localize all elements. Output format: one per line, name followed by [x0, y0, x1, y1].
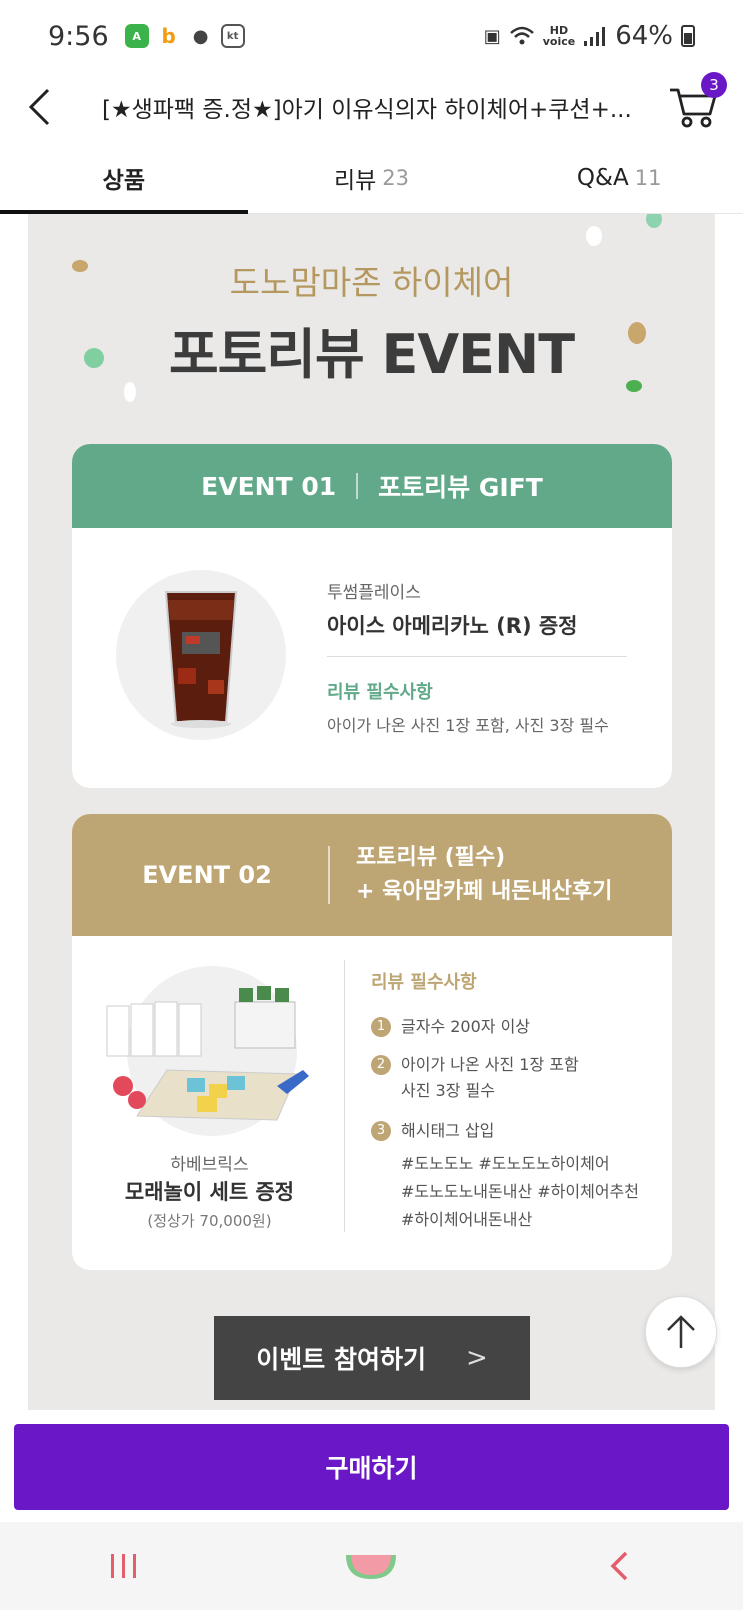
event2-price: (정상가 70,000원): [147, 1212, 272, 1230]
event2-title: 포토리뷰 (필수) + 육아맘카페 내돈내산후기: [356, 841, 612, 909]
chevron-right-icon: >: [465, 1343, 488, 1373]
system-back-button[interactable]: [569, 1536, 669, 1596]
event-banner: 도노맘마존 하이체어 포토리뷰 EVENT EVENT 01 포토리뷰 GIFT…: [28, 214, 715, 1410]
voice-label: voice: [542, 35, 576, 48]
event1-card: EVENT 01 포토리뷰 GIFT 투썸플레이스 아이스 아메리카노 (R) …: [72, 444, 672, 788]
tab-review[interactable]: 리뷰 23: [248, 142, 496, 213]
app-notification-icon: A: [124, 24, 149, 48]
requirement-number: 1: [371, 1017, 391, 1037]
event2-number: EVENT 02: [142, 861, 272, 889]
buy-button[interactable]: 구매하기: [14, 1424, 729, 1510]
event1-brand: 투썸플레이스: [327, 583, 421, 603]
event1-name: 포토리뷰 GIFT: [378, 473, 543, 502]
person-icon: ●: [188, 24, 213, 48]
join-event-button[interactable]: 이벤트 참여하기 >: [214, 1316, 530, 1400]
event1-gift: 아이스 아메리카노 (R) 증정: [327, 614, 578, 638]
hd-voice-icon: HD voice: [543, 25, 575, 47]
hashtag-line: #도노도노내돈내산 #하이체어추천: [401, 1182, 639, 1201]
divider: [356, 473, 359, 499]
requirement-text: 글자수 200자 이상: [401, 1017, 531, 1036]
battery-icon: [681, 25, 695, 47]
tab-bar: 상품 리뷰 23 Q&A 11: [0, 142, 743, 214]
page-title: [★생파팩 증.정★]아기 이유식의자 하이체어+쿠션+...: [102, 97, 632, 123]
back-icon: [28, 88, 50, 126]
divider: [328, 846, 330, 904]
requirement-text: 해시태그 삽입: [401, 1121, 495, 1140]
status-time: 9:56: [48, 20, 109, 52]
requirement-item: 3 해시태그 삽입: [371, 1118, 494, 1144]
divider: [327, 656, 627, 657]
requirement-number: 3: [371, 1121, 391, 1141]
arrow-up-icon: [667, 1315, 695, 1348]
event1-requirement: 아이가 나온 사진 1장 포함, 사진 3장 필수: [327, 716, 609, 735]
requirement-text-block: 아이가 나온 사진 1장 포함 사진 3장 필수: [401, 1052, 579, 1104]
home-icon: [346, 1555, 397, 1579]
recent-apps-icon: [110, 1554, 136, 1578]
sand-toy-icon: [106, 986, 309, 1121]
kt-icon: kt: [220, 24, 245, 48]
confetti-dot: [646, 214, 662, 228]
confetti-dot: [586, 226, 602, 246]
join-event-label: 이벤트 참여하기: [256, 1345, 426, 1374]
divider: [344, 960, 345, 1232]
status-bar: 9:56 A b ● kt ▣ HD voice 64%: [0, 0, 743, 72]
event2-card: EVENT 02 포토리뷰 (필수) + 육아맘카페 내돈내산후기 하베브릭스 …: [72, 814, 672, 1270]
event1-number: EVENT 01: [201, 471, 337, 501]
b-app-icon: b: [156, 24, 181, 48]
back-button[interactable]: [4, 72, 74, 142]
hashtag-line: #도노도노 #도노도노하이체어: [401, 1154, 610, 1173]
tab-label: 리뷰: [333, 167, 377, 194]
event2-title-line2: + 육아맘카페 내돈내산후기: [356, 879, 613, 904]
header: [★생파팩 증.정★]아기 이유식의자 하이체어+쿠션+... 3: [0, 72, 743, 142]
battery-percent: 64%: [615, 21, 673, 51]
system-nav-bar: [0, 1522, 743, 1610]
event2-requirement-title: 리뷰 필수사항: [371, 972, 477, 993]
scroll-top-button[interactable]: [645, 1296, 717, 1368]
sand-toy-image: [106, 966, 309, 1136]
event2-gift: 모래놀이 세트 증정: [124, 1180, 295, 1204]
iced-coffee-icon: [164, 591, 238, 728]
wifi-icon: [509, 26, 534, 45]
tab-count: 11: [634, 165, 662, 190]
signal-icon: [584, 27, 606, 46]
event2-brand: 하베브릭스: [170, 1155, 249, 1175]
tab-label: 상품: [102, 167, 145, 194]
recent-apps-button[interactable]: [74, 1536, 174, 1596]
tab-qna[interactable]: Q&A 11: [495, 142, 743, 213]
home-button[interactable]: [321, 1536, 421, 1596]
event2-title-line1: 포토리뷰 (필수): [356, 845, 506, 870]
hashtag-line: #하이체어내돈내산: [401, 1210, 533, 1229]
event-title: 포토리뷰 EVENT: [168, 323, 575, 386]
tab-count: 23: [382, 165, 410, 190]
requirement-text: 아이가 나온 사진 1장 포함: [401, 1055, 579, 1074]
tab-label: Q&A: [576, 164, 629, 191]
buy-label: 구매하기: [325, 1454, 418, 1483]
nav-back-icon: [610, 1551, 628, 1581]
cart-button[interactable]: 3: [651, 72, 735, 142]
status-left: 9:56 A b ● kt: [48, 21, 245, 52]
nfc-icon: ▣: [483, 25, 501, 47]
requirement-text-line2: 사진 3장 필수: [401, 1081, 495, 1100]
tab-product[interactable]: 상품: [0, 142, 248, 214]
event1-requirement-title: 리뷰 필수사항: [327, 682, 433, 703]
iced-coffee-image: [116, 570, 286, 740]
requirement-item: 1 글자수 200자 이상: [371, 1014, 530, 1040]
event-subtitle: 도노맘마존 하이체어: [229, 263, 514, 302]
requirement-number: 2: [371, 1055, 391, 1075]
cart-count-badge: 3: [701, 72, 727, 98]
status-right: ▣ HD voice 64%: [484, 21, 695, 51]
event2-header: EVENT 02 포토리뷰 (필수) + 육아맘카페 내돈내산후기: [72, 814, 672, 936]
requirement-item: 2 아이가 나온 사진 1장 포함 사진 3장 필수: [371, 1052, 579, 1104]
event1-header: EVENT 01 포토리뷰 GIFT: [72, 444, 672, 528]
